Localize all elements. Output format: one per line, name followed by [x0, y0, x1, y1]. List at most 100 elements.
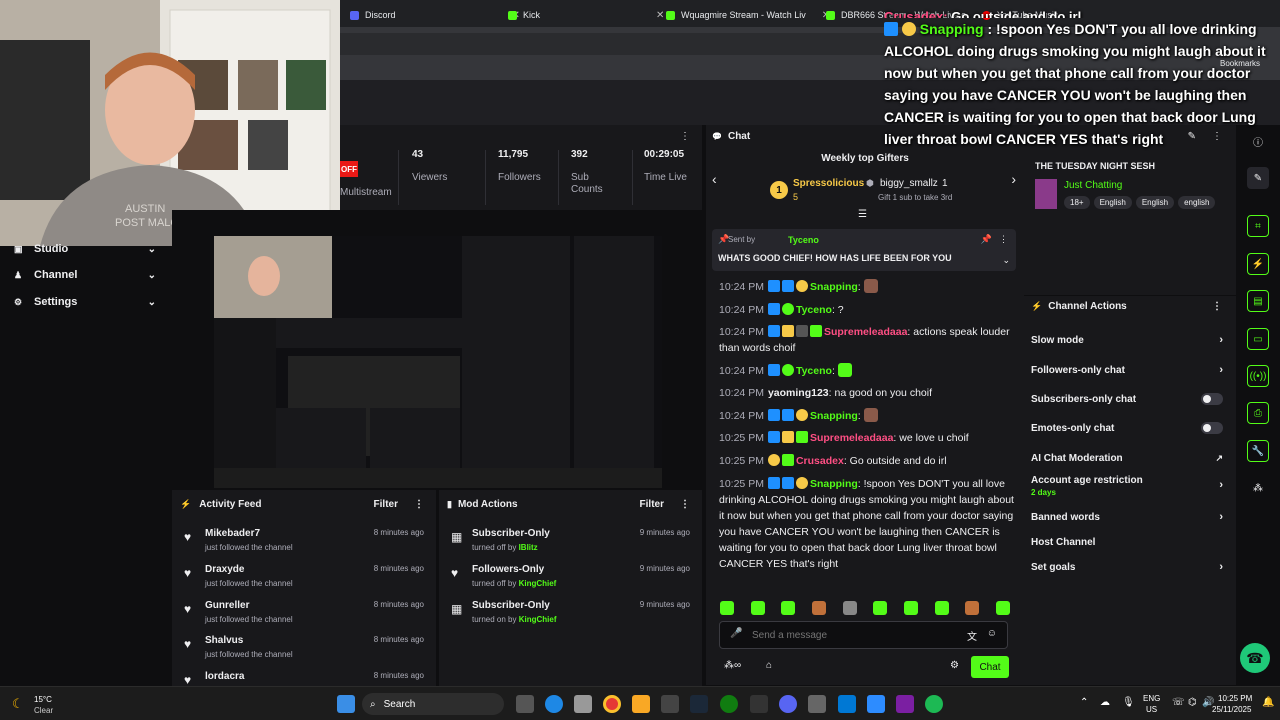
chat-input-box[interactable]: 🎤 文 ☺ [719, 621, 1008, 649]
wrench-icon[interactable]: 🔧 [1247, 440, 1269, 462]
emote-icon[interactable] [750, 601, 765, 615]
chat-username[interactable]: Snapping [810, 281, 858, 293]
filter-button[interactable]: Filter [374, 499, 398, 510]
chevron-up-icon[interactable]: ⌃ [1080, 697, 1088, 708]
crop-icon[interactable]: ⌗ [1247, 215, 1269, 237]
emote-icon[interactable] [934, 601, 949, 615]
chat-username[interactable]: Crusadex [796, 455, 844, 467]
tag[interactable]: English [1093, 196, 1132, 209]
account-age-row[interactable]: Account age restriction 2 days › [1031, 475, 1229, 501]
follower-name[interactable]: Mikebader7 [205, 528, 260, 539]
more-options-icon[interactable]: ⋮ [680, 131, 690, 142]
microphone-icon[interactable]: 🎤 [730, 628, 742, 639]
more-options-icon[interactable]: ⋮ [414, 499, 424, 510]
taskbar-search[interactable]: ⌕ Search [362, 693, 504, 715]
host-channel-row[interactable]: Host Channel [1031, 532, 1229, 552]
nav-settings[interactable]: ⚙ Settings ⌄ [14, 293, 164, 311]
chat-username[interactable]: Tyceno [796, 304, 832, 316]
epic-games-icon[interactable] [750, 695, 768, 713]
top-gifter-name[interactable]: Spressolicious [793, 178, 864, 189]
translate-icon[interactable]: 文 [967, 628, 977, 643]
store-icon[interactable] [838, 695, 856, 713]
category-thumbnail[interactable] [1035, 179, 1057, 209]
chevron-right-icon[interactable]: › [1011, 171, 1016, 187]
more-options-icon[interactable]: ⋮ [1212, 301, 1222, 312]
mod-user[interactable]: IBlitz [519, 543, 538, 552]
filter-button[interactable]: Filter [640, 499, 664, 510]
stream-category[interactable]: Just Chatting [1064, 180, 1122, 191]
filter-icon[interactable]: ☰ [858, 209, 867, 220]
chat-username[interactable]: Snapping [810, 478, 858, 490]
chat-username[interactable]: Tyceno [796, 365, 832, 377]
discord-icon[interactable] [779, 695, 797, 713]
tab-discord[interactable]: Discord ✕ [350, 4, 520, 26]
nav-studio[interactable]: ▣ Studio ⌄ [14, 240, 164, 258]
clock-time[interactable]: 10:25 PM [1218, 694, 1252, 703]
slow-mode-row[interactable]: Slow mode › [1031, 330, 1229, 350]
tag[interactable]: 18+ [1064, 196, 1090, 209]
emotes-only-toggle[interactable] [1201, 422, 1223, 434]
community-points-icon[interactable]: ⁂∞ [724, 660, 741, 671]
follower-name[interactable]: Draxyde [205, 564, 244, 575]
emote-icon[interactable] [811, 601, 826, 615]
follower-name[interactable]: lordacra [205, 671, 244, 682]
ai-moderation-row[interactable]: AI Chat Moderation ↗ [1031, 448, 1229, 468]
chat-icon[interactable]: ▭ [1247, 328, 1269, 350]
network-icon[interactable]: ⌬ [1188, 697, 1197, 708]
community-icon[interactable]: ⁂ [1247, 477, 1269, 499]
xbox-icon[interactable] [720, 695, 738, 713]
edit-icon[interactable]: ✎ [1247, 167, 1269, 189]
send-chat-button[interactable]: Chat [971, 656, 1009, 678]
chat-message-input[interactable] [752, 627, 952, 643]
mod-user[interactable]: KingChief [519, 579, 557, 588]
emote-icon[interactable] [873, 601, 888, 615]
more-options-icon[interactable]: ⋮ [999, 234, 1008, 245]
chevron-left-icon[interactable]: ‹ [712, 171, 717, 187]
followers-only-row[interactable]: Followers-only chat › [1031, 360, 1229, 380]
follower-name[interactable]: Gunreller [205, 600, 249, 611]
phone-icon[interactable]: ☏ [1172, 697, 1185, 708]
app-icon[interactable] [661, 695, 679, 713]
notification-bell-icon[interactable]: 🔔 [1262, 697, 1274, 708]
steam-icon[interactable] [690, 695, 708, 713]
tab-wquagmire[interactable]: Wquagmire Stream - Watch Liv ✕ [666, 4, 830, 26]
banned-words-row[interactable]: Banned words › [1031, 507, 1229, 527]
emoji-icon[interactable]: ☺ [987, 628, 997, 639]
more-options-icon[interactable]: ⋮ [680, 499, 690, 510]
store-icon[interactable]: ⌂ [766, 660, 772, 671]
mod-user[interactable]: KingChief [519, 615, 557, 624]
cloud-icon[interactable]: ☁ [1100, 697, 1110, 708]
emote-icon[interactable] [903, 601, 918, 615]
chat-username[interactable]: Snapping [810, 410, 858, 422]
weather-temp[interactable]: 15°C [34, 695, 52, 704]
edge-icon[interactable] [545, 695, 563, 713]
unpin-icon[interactable]: 📌 [981, 234, 992, 245]
emote-icon[interactable] [781, 601, 796, 615]
pinned-user[interactable]: Tyceno [788, 235, 819, 245]
app-icon[interactable] [896, 695, 914, 713]
file-explorer-icon[interactable] [632, 695, 650, 713]
emote-icon[interactable] [965, 601, 980, 615]
printer-icon[interactable]: ⎙ [1247, 402, 1269, 424]
tag[interactable]: english [1178, 196, 1216, 209]
emote-icon[interactable] [720, 601, 734, 615]
follower-name[interactable]: Shalvus [205, 635, 243, 646]
broadcast-icon[interactable]: ((•)) [1247, 365, 1269, 387]
chrome-icon[interactable] [603, 695, 621, 713]
clipboard-icon[interactable]: ▤ [1247, 290, 1269, 312]
tab-kick[interactable]: Kick ✕ [508, 4, 664, 26]
settings-icon[interactable] [808, 695, 826, 713]
language-top[interactable]: ENG [1143, 694, 1160, 703]
subscribers-only-toggle[interactable] [1201, 393, 1223, 405]
tag[interactable]: English [1135, 196, 1175, 209]
app-icon[interactable] [574, 695, 592, 713]
emote-icon[interactable] [842, 601, 857, 615]
language-bottom[interactable]: US [1146, 705, 1157, 714]
weather-desc[interactable]: Clear [34, 706, 53, 715]
chevron-down-icon[interactable]: ⌄ [1002, 255, 1010, 266]
emote-icon[interactable] [995, 601, 1010, 615]
nav-channel[interactable]: ♟ Channel ⌄ [14, 266, 164, 284]
set-goals-row[interactable]: Set goals › [1031, 557, 1229, 577]
app-icon[interactable] [867, 695, 885, 713]
task-view-icon[interactable] [516, 695, 534, 713]
